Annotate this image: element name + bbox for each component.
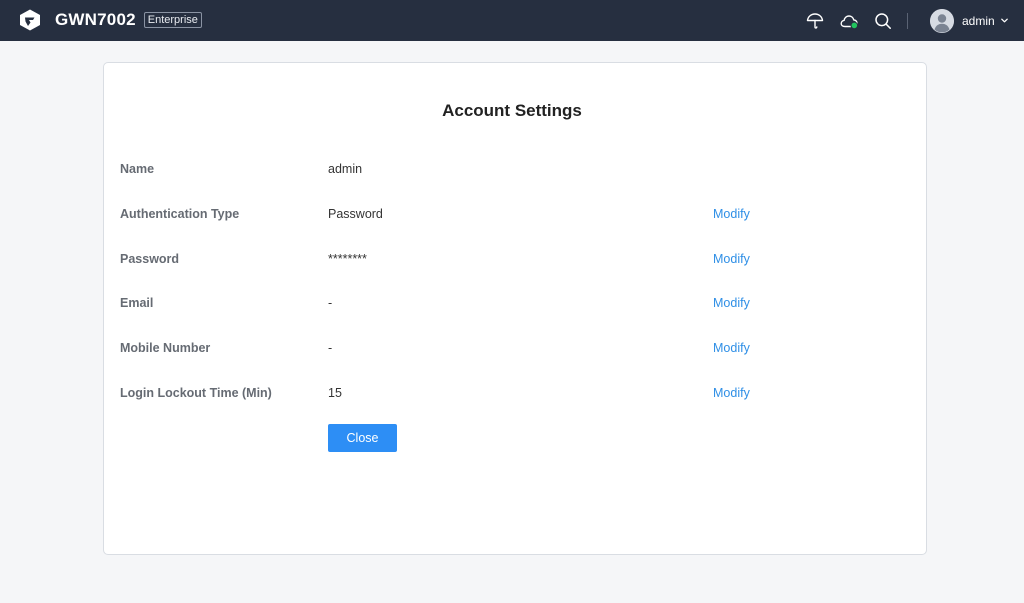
product-name: GWN7002: [55, 10, 136, 29]
email-value: -: [328, 296, 333, 310]
authentication-type-value: Password: [328, 207, 383, 221]
login-lockout-time-value: 15: [328, 386, 342, 400]
modify-email-link[interactable]: Modify: [713, 296, 750, 310]
close-button[interactable]: Close: [328, 424, 397, 452]
password-label: Password: [120, 252, 180, 266]
user-avatar-icon: [930, 8, 954, 33]
name-value: admin: [328, 162, 363, 176]
name-label: Name: [120, 162, 155, 176]
modify-password-link[interactable]: Modify: [713, 252, 750, 266]
edition-badge: Enterprise: [143, 12, 202, 28]
grandstream-logo-icon: [20, 9, 40, 31]
cloud-status-icon[interactable]: [839, 11, 859, 31]
toolbar-divider: [907, 13, 908, 29]
umbrella-icon[interactable]: [805, 11, 825, 31]
login-lockout-time-label: Login Lockout Time (Min): [120, 386, 272, 400]
chevron-down-icon: [1000, 16, 1009, 25]
mobile-number-value: -: [328, 341, 333, 355]
account-settings-card: [103, 62, 927, 555]
page-title: Account Settings: [442, 101, 582, 120]
search-icon[interactable]: [873, 11, 893, 31]
modify-authentication-type-link[interactable]: Modify: [713, 207, 750, 221]
user-menu[interactable]: admin: [930, 8, 1009, 33]
password-value: ********: [328, 252, 367, 266]
modify-login-lockout-time-link[interactable]: Modify: [713, 386, 750, 400]
modify-mobile-number-link[interactable]: Modify: [713, 341, 750, 355]
authentication-type-label: Authentication Type: [120, 207, 240, 221]
top-navigation-bar: GWN7002 Enterprise admin: [0, 0, 1024, 41]
user-name: admin: [962, 13, 995, 28]
email-label: Email: [120, 296, 154, 310]
mobile-number-label: Mobile Number: [120, 341, 211, 355]
brand[interactable]: GWN7002 Enterprise: [18, 8, 202, 32]
